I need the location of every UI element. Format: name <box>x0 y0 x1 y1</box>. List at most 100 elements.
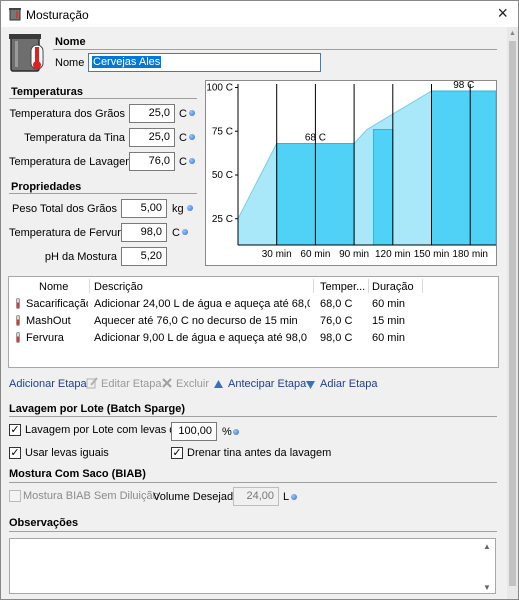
target-volume-input[interactable]: 24,00 <box>233 487 279 506</box>
sparge-temp-unit-icon[interactable] <box>189 158 195 164</box>
mash-tun-icon <box>9 7 21 24</box>
edit-step-button[interactable]: Editar Etapa <box>101 378 162 390</box>
step-duration: 15 min <box>372 315 406 327</box>
move-up-icon <box>214 379 223 391</box>
divider <box>9 482 497 483</box>
y-tick-label: 25 C <box>212 214 233 225</box>
add-step-button[interactable]: Adicionar Etapa <box>9 378 87 390</box>
x-tick-label: 60 min <box>300 249 330 260</box>
name-input[interactable]: Cervejas Ales <box>88 53 321 72</box>
move-down-icon <box>306 380 315 392</box>
scroll-up-icon[interactable]: ▲ <box>509 30 516 37</box>
move-step-up-button[interactable]: Antecipar Etapa <box>228 378 306 390</box>
grain-temp-unit-icon[interactable] <box>189 110 195 116</box>
equal-batches-checkbox[interactable]: ✓ <box>9 447 21 459</box>
column-divider <box>422 279 423 293</box>
boil-temp-label: Temperatura de Fervura <box>9 227 127 239</box>
target-volume-unit-icon[interactable] <box>291 494 297 500</box>
close-icon[interactable]: × <box>497 3 508 24</box>
grain-temp-input[interactable]: 25,0 <box>129 104 175 123</box>
step-temperature: 76,0 C <box>320 315 353 327</box>
tun-temp-unit-icon[interactable] <box>189 134 195 140</box>
step-duration: 60 min <box>372 298 406 310</box>
notes-heading: Observações <box>9 517 79 529</box>
grain-weight-unit-icon[interactable] <box>187 205 193 211</box>
biab-no-sparge-checkbox[interactable] <box>9 490 21 502</box>
edit-icon <box>86 377 98 392</box>
window-title: Mosturação <box>26 8 89 22</box>
mash-tun-large-icon <box>9 31 45 76</box>
mash-ph-label: pH da Mostura <box>44 251 117 263</box>
tun-temp-label: Temperatura da Tina <box>24 132 125 144</box>
step-name: MashOut <box>26 315 71 327</box>
step-temperature: 98,0 C <box>320 332 353 344</box>
nome-heading: Nome <box>55 36 86 48</box>
name-value: Cervejas Ales <box>92 56 162 68</box>
step-description: Adicionar 9,00 L de água e aqueça até 98… <box>94 332 310 344</box>
nome-label: Nome <box>55 57 85 69</box>
vertical-scrollbar[interactable]: ▲ <box>507 27 518 599</box>
column-header-nome[interactable]: Nome <box>39 281 68 293</box>
mash-dialog: Mosturação × ▲ Nome Nome Cervejas Ales T… <box>0 0 519 600</box>
delete-icon <box>161 377 173 392</box>
data-label: 68 C <box>305 133 326 144</box>
column-header-descricao[interactable]: Descrição <box>94 281 143 293</box>
y-tick-label: 50 C <box>212 170 233 181</box>
target-volume-unit: L <box>283 491 290 503</box>
grain-weight-input[interactable]: 5,00 <box>121 199 167 218</box>
grain-weight-label: Peso Total dos Grãos <box>12 203 117 215</box>
x-tick-label: 120 min <box>375 249 411 260</box>
sparge-temp-unit: C <box>179 156 187 168</box>
scrollbar-thumb[interactable] <box>509 41 516 586</box>
step-description: Aquecer até 76,0 C no decurso de 15 min <box>94 315 298 327</box>
batch-sparge-checkbox[interactable]: ✓ <box>9 424 21 436</box>
batch-sparge-unit-icon[interactable] <box>233 429 239 435</box>
biab-no-sparge-label: Mostura BIAB Sem Diluição <box>23 490 159 502</box>
mash-profile-svg: 25 C 50 C 75 C 100 C 30 min 60 min 90 min 120 m… <box>206 80 497 260</box>
step-name: Fervura <box>26 332 64 344</box>
thermometer-icon <box>16 315 20 326</box>
x-tick-label: 30 min <box>262 249 292 260</box>
column-divider <box>89 279 90 293</box>
step-fill <box>431 90 497 246</box>
temperaturas-heading: Temperaturas <box>11 86 83 98</box>
batch-sparge-percent-input[interactable]: 100,00 <box>171 422 217 441</box>
x-tick-label: 150 min <box>414 249 450 260</box>
mash-ph-input[interactable]: 5,20 <box>121 247 167 266</box>
grain-weight-unit: kg <box>172 203 184 215</box>
target-volume-label: Volume Desejado <box>153 491 240 503</box>
grain-temp-label: Temperatura dos Grãos <box>9 108 125 120</box>
boil-temp-unit-icon[interactable] <box>182 229 188 235</box>
step-duration: 60 min <box>372 332 406 344</box>
divider <box>9 531 497 532</box>
notes-scroll-down-icon[interactable]: ▼ <box>483 583 491 592</box>
drain-tun-checkbox[interactable]: ✓ <box>171 447 183 459</box>
boil-temp-input[interactable]: 98,0 <box>121 223 167 242</box>
tun-temp-unit: C <box>179 132 187 144</box>
delete-step-button[interactable]: Excluir <box>176 378 209 390</box>
mash-profile-chart: 25 C 50 C 75 C 100 C 30 min 60 min 90 min 120 m… <box>205 80 497 266</box>
title-bar: Mosturação × <box>1 1 518 27</box>
sparge-temp-input[interactable]: 76,0 <box>129 152 175 171</box>
data-label: 98 C <box>453 81 474 91</box>
grain-temp-unit: C <box>179 108 187 120</box>
mash-steps-table[interactable]: Nome Descrição Temper... Duração Sacarif… <box>8 276 499 368</box>
x-tick-label: 180 min <box>452 249 488 260</box>
divider <box>9 98 197 99</box>
step-description: Adicionar 24,00 L de água e aqueça até 6… <box>94 298 310 310</box>
move-step-down-button[interactable]: Adiar Etapa <box>320 378 377 390</box>
step-fill <box>372 129 394 246</box>
column-header-duracao[interactable]: Duração <box>372 281 414 293</box>
notes-scroll-up-icon[interactable]: ▲ <box>483 542 491 551</box>
thermometer-icon <box>16 298 20 309</box>
x-tick-label: 90 min <box>339 249 369 260</box>
tun-temp-input[interactable]: 25,0 <box>129 128 175 147</box>
batch-sparge-label: Lavagem por Lote com levas de <box>25 424 182 436</box>
y-tick-label: 100 C <box>206 83 233 94</box>
column-header-temperatura[interactable]: Temper... <box>320 281 365 293</box>
notes-textarea[interactable] <box>9 538 496 594</box>
equal-batches-label: Usar levas iguais <box>25 447 109 459</box>
column-divider <box>368 279 369 293</box>
step-name: Sacarificação <box>26 298 88 310</box>
divider <box>9 193 197 194</box>
